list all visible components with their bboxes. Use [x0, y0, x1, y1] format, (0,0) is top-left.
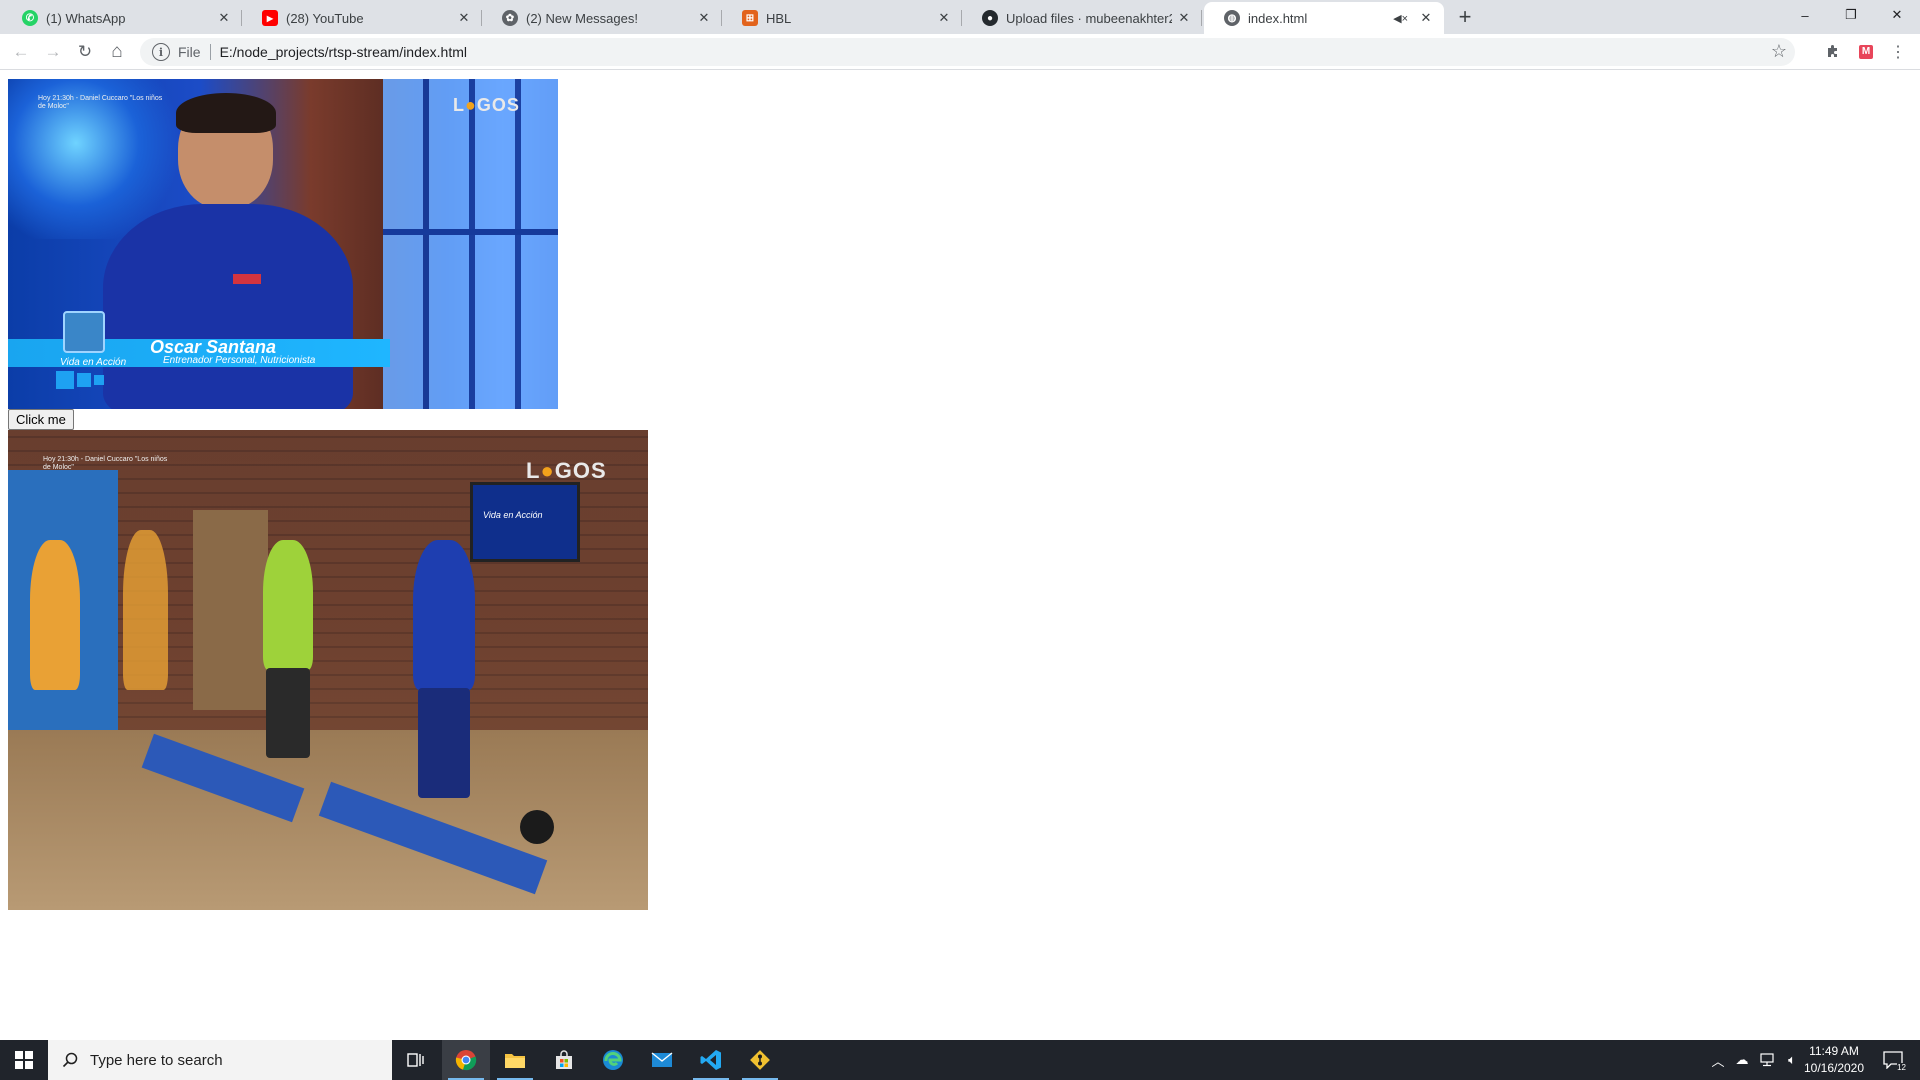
tab-title: Upload files · mubeenakhter27/rt	[1006, 10, 1172, 26]
tab-github[interactable]: ● Upload files · mubeenakhter27/rt ✕	[962, 2, 1202, 34]
video-small-text: Hoy 21:30h - Daniel Cuccaro "Los niños d…	[43, 456, 168, 471]
video-door	[193, 510, 268, 710]
tab-youtube[interactable]: ▶ (28) YouTube ✕	[242, 2, 482, 34]
back-button[interactable]: ←	[9, 40, 33, 64]
mail-icon[interactable]	[638, 1040, 686, 1080]
clock-time: 11:49 AM	[1809, 1044, 1859, 1058]
clock-date: 10/16/2020	[1803, 1061, 1865, 1075]
search-icon	[62, 1052, 78, 1068]
exerciser-green-legs	[266, 668, 310, 758]
windows-start-button[interactable]	[0, 1040, 48, 1080]
address-bar[interactable]: i File E:/node_projects/rtsp-stream/inde…	[140, 38, 1795, 66]
show-badge	[63, 311, 105, 353]
file-explorer-icon[interactable]	[491, 1040, 539, 1080]
speaker-muted-icon[interactable]: ◀×	[1393, 12, 1408, 25]
omnibox-divider	[209, 44, 211, 60]
tab-title: (28) YouTube	[286, 10, 364, 26]
restore-button[interactable]: ❐	[1828, 0, 1874, 30]
browser-menu-icon[interactable]: ⋮	[1888, 42, 1908, 62]
shirt-logo	[233, 274, 261, 284]
globe-icon: ◍	[1224, 10, 1240, 26]
windows-logo-icon	[15, 1051, 33, 1069]
logos-tv-logo: L●GOS	[453, 95, 520, 115]
url-scheme: File	[178, 44, 201, 60]
home-button[interactable]: ⌂	[105, 40, 129, 64]
tab-whatsapp[interactable]: ✆ (1) WhatsApp ✕	[2, 2, 242, 34]
logos-tv-logo: L●GOS	[526, 458, 607, 483]
extensions-puzzle-icon[interactable]	[1823, 42, 1843, 62]
video-stream-2[interactable]: Vida en Acción Hoy 21:30h - Daniel Cucca…	[8, 430, 648, 910]
presenter-hair	[176, 93, 276, 133]
url-text[interactable]: E:/node_projects/rtsp-stream/index.html	[220, 44, 467, 60]
close-icon[interactable]: ✕	[1176, 10, 1192, 26]
show-hidden-icons-chevron-icon[interactable]: ︿	[1708, 1040, 1728, 1080]
extension-m-icon[interactable]: M	[1856, 42, 1876, 62]
taskbar-search-box[interactable]: Type here to search	[48, 1040, 392, 1080]
hbl-icon: ⊞	[742, 10, 758, 26]
close-window-button[interactable]: ✕	[1874, 0, 1920, 30]
click-me-button[interactable]: Click me	[8, 409, 74, 430]
show-caption: Vida en Acción	[60, 357, 127, 368]
windows-taskbar: Type here to search ︿ ☁ 🔈︎ 11:49 AM 10/1…	[0, 1040, 1920, 1080]
close-icon[interactable]: ✕	[936, 10, 952, 26]
close-icon[interactable]: ✕	[696, 10, 712, 26]
tab-messages[interactable]: ✿ (2) New Messages! ✕	[482, 2, 722, 34]
action-center-notification-icon[interactable]: 12	[1878, 1040, 1908, 1080]
exerciser-blue-legs	[418, 688, 470, 798]
onedrive-cloud-icon[interactable]: ☁	[1730, 1040, 1754, 1080]
new-tab-button[interactable]: +	[1453, 6, 1477, 30]
wall-screen-caption: Vida en Acción	[483, 510, 543, 520]
kettlebell	[520, 810, 554, 844]
lower-third-squares	[56, 371, 104, 389]
banner-figure-2	[123, 530, 168, 690]
store-icon[interactable]	[540, 1040, 588, 1080]
messenger-icon: ✿	[502, 10, 518, 26]
vscode-icon[interactable]	[687, 1040, 735, 1080]
forward-button[interactable]: →	[41, 40, 65, 64]
browser-toolbar: ← → ↻ ⌂ i File E:/node_projects/rtsp-str…	[0, 34, 1920, 70]
tab-title: (1) WhatsApp	[46, 10, 126, 26]
presenter-shirt	[103, 204, 353, 409]
video-window-panel	[383, 79, 558, 409]
video-wall-screen	[470, 482, 580, 562]
git-icon[interactable]	[736, 1040, 784, 1080]
github-icon: ●	[982, 10, 998, 26]
exerciser-blue	[413, 540, 475, 690]
exerciser-green	[263, 540, 313, 670]
role-caption: Entrenador Personal, Nutricionista	[163, 355, 316, 366]
taskbar-clock[interactable]: 11:49 AM 10/16/2020	[1800, 1043, 1868, 1077]
notification-count: 12	[1897, 1063, 1906, 1072]
banner-figure	[30, 540, 80, 690]
video-stream-1[interactable]: Hoy 21:30h - Daniel Cuccaro "Los niños d…	[8, 79, 558, 409]
search-placeholder: Type here to search	[90, 1051, 223, 1069]
close-icon[interactable]: ✕	[216, 10, 232, 26]
edge-icon[interactable]	[589, 1040, 637, 1080]
tab-title: (2) New Messages!	[526, 10, 638, 26]
tab-separator	[1201, 10, 1202, 26]
site-info-icon[interactable]: i	[152, 43, 170, 61]
tab-strip: ✆ (1) WhatsApp ✕ ▶ (28) YouTube ✕ ✿ (2) …	[0, 0, 1920, 34]
task-view-icon[interactable]	[392, 1040, 440, 1080]
close-icon[interactable]: ✕	[456, 10, 472, 26]
minimize-button[interactable]: –	[1782, 0, 1828, 30]
youtube-icon: ▶	[262, 10, 278, 26]
bookmark-star-icon[interactable]: ☆	[1771, 41, 1787, 62]
tab-title: HBL	[766, 10, 792, 26]
chrome-icon[interactable]	[442, 1040, 490, 1080]
video-window-mullion	[383, 229, 558, 235]
tab-hbl[interactable]: ⊞ HBL ✕	[722, 2, 962, 34]
reload-button[interactable]: ↻	[73, 40, 97, 64]
network-icon[interactable]	[1756, 1040, 1780, 1080]
close-icon[interactable]: ✕	[1418, 10, 1434, 26]
video-small-text: Hoy 21:30h - Daniel Cuccaro "Los niños d…	[38, 95, 163, 110]
tab-title: index.html	[1248, 10, 1308, 26]
volume-icon[interactable]: 🔈︎	[1782, 1040, 1802, 1080]
tab-index-html[interactable]: ◍ index.html ◀× ✕	[1204, 2, 1444, 34]
whatsapp-icon: ✆	[22, 10, 38, 26]
